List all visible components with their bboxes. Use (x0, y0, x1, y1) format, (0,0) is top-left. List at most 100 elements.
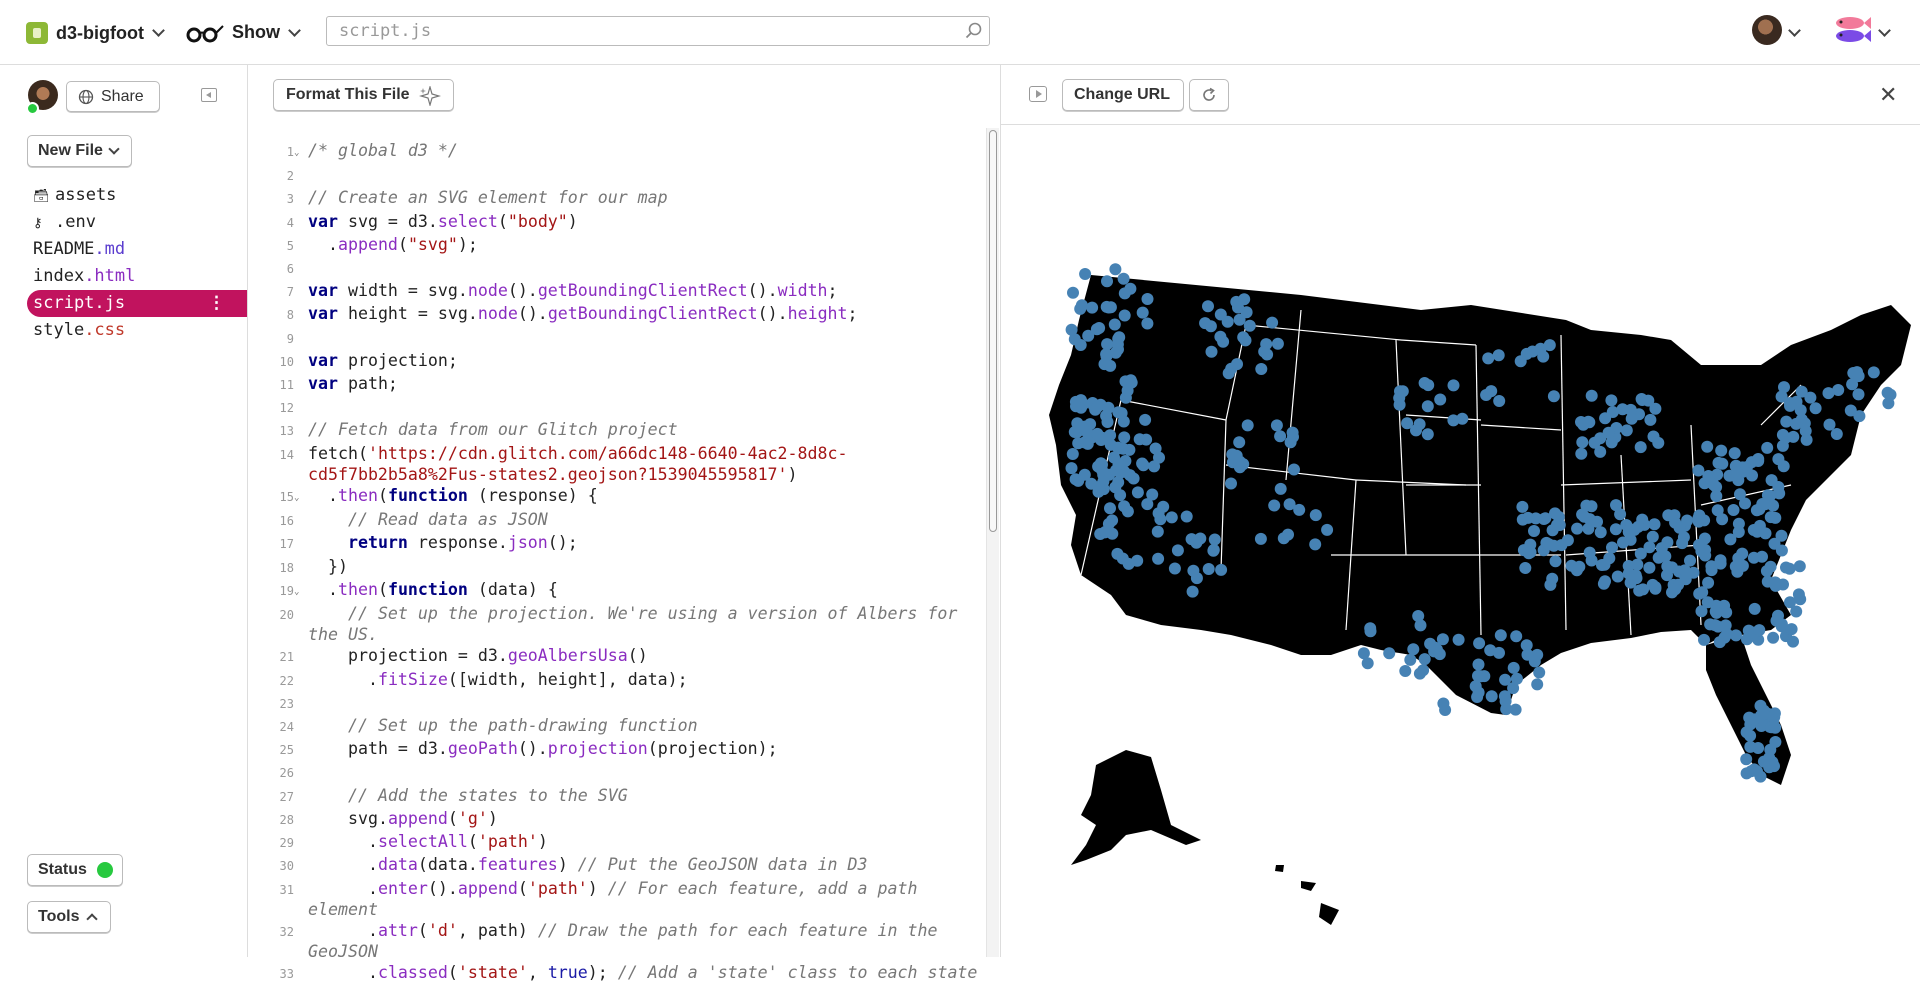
code-line[interactable]: 32 .attr('d', path) // Draw the path for… (272, 920, 987, 962)
code-line[interactable]: 21 projection = d3.geoAlbersUsa() (272, 645, 987, 668)
code-line[interactable]: 20 // Set up the projection. We're using… (272, 603, 987, 645)
show-menu[interactable]: Show (186, 22, 301, 43)
code-line[interactable]: 22 .fitSize([width, height], data); (272, 669, 987, 692)
code-text: .append("svg"); (308, 234, 478, 254)
share-button[interactable]: Share (66, 81, 160, 112)
code-line[interactable]: 19 ⌄ .then(function (data) { (272, 579, 987, 603)
code-line[interactable]: 15 ⌄ .then(function (response) { (272, 485, 987, 509)
fold-arrow-icon[interactable]: ⌄ (294, 579, 308, 603)
play-icon[interactable] (1029, 86, 1047, 102)
code-line[interactable]: 16 // Read data as JSON (272, 509, 987, 532)
sighting-dot (1452, 633, 1465, 646)
code-line[interactable]: 11 var path; (272, 373, 987, 396)
format-file-button[interactable]: Format This File (273, 79, 454, 111)
file-item-indexhtml[interactable]: index.html (27, 263, 247, 290)
more-options-icon[interactable]: ⋮ (208, 290, 225, 317)
search-input[interactable]: script.js (326, 16, 990, 46)
line-number: 25 (279, 743, 294, 758)
tools-button[interactable]: Tools (27, 901, 111, 933)
sighting-dot (1594, 445, 1607, 458)
sighting-dot (1832, 384, 1845, 396)
code-line[interactable]: 3 // Create an SVG element for our map (272, 187, 987, 210)
search-icon[interactable] (965, 22, 983, 40)
line-number: 19 (279, 583, 294, 598)
code-line[interactable]: 25 path = d3.geoPath().projection(projec… (272, 738, 987, 761)
sighting-dot (1186, 585, 1199, 598)
fold-arrow-icon[interactable]: ⌄ (294, 140, 308, 164)
code-line[interactable]: 23 (272, 692, 987, 715)
file-list: 🗃 assets ⚷ .env README.md index.html script.js… (27, 182, 247, 344)
scrollbar-thumb[interactable] (989, 130, 997, 532)
fold-gutter (294, 878, 308, 920)
sighting-dot (1418, 653, 1431, 666)
code-editor[interactable]: 1 ⌄/* global d3 */2 3// Create an SVG ele… (272, 140, 987, 986)
editor-scrollbar[interactable] (986, 128, 999, 957)
code-line[interactable]: 1 ⌄/* global d3 */ (272, 140, 987, 164)
close-icon[interactable]: ✕ (1879, 82, 1897, 108)
code-line[interactable]: 14 fetch('https://cdn.glitch.com/a66dc148… (272, 443, 987, 485)
file-extension: .js (94, 293, 126, 313)
sighting-dot (1794, 404, 1807, 417)
sighting-dot (1141, 317, 1154, 330)
sighting-dot (1852, 388, 1865, 401)
user-avatar[interactable] (1752, 15, 1782, 45)
code-line[interactable]: 17 return response.json(); (272, 532, 987, 555)
sighting-dot (1066, 448, 1079, 460)
file-item-assets[interactable]: 🗃 assets (27, 182, 247, 209)
code-line[interactable]: 31 .enter().append('path') // For each f… (272, 878, 987, 920)
sighting-dot (1606, 541, 1618, 554)
code-line[interactable]: 9 (272, 327, 987, 350)
file-item-env[interactable]: ⚷ .env (27, 209, 247, 236)
code-line[interactable]: 27 // Add the states to the SVG (272, 785, 987, 808)
code-line[interactable]: 5 .append("svg"); (272, 234, 987, 257)
file-item-scriptjs[interactable]: script.js ⋮ (27, 290, 247, 317)
reload-button[interactable] (1189, 79, 1229, 111)
code-line[interactable]: 29 .selectAll('path') (272, 831, 987, 854)
code-text: var svg = d3.select("body") (308, 211, 578, 231)
code-line[interactable]: 30 .data(data.features) // Put the GeoJS… (272, 854, 987, 877)
sighting-dot (1101, 416, 1114, 428)
status-button[interactable]: Status (27, 854, 123, 886)
sighting-dot (1800, 433, 1813, 446)
sighting-dot (1631, 558, 1644, 571)
code-line[interactable]: 7 var width = svg.node().getBoundingClien… (272, 280, 987, 303)
sighting-dot (1109, 263, 1122, 276)
project-menu[interactable]: d3-bigfoot (26, 22, 165, 44)
sighting-dot (1404, 653, 1417, 666)
fish-logo-icon[interactable] (1830, 14, 1872, 46)
code-line[interactable]: 33 .classed('state', true); // Add a 'st… (272, 962, 987, 985)
fold-gutter (294, 669, 308, 692)
sighting-dot (1676, 537, 1689, 550)
chevron-down-icon[interactable] (1878, 24, 1891, 37)
fold-gutter (294, 327, 308, 350)
sighting-dot (1214, 308, 1227, 321)
code-line[interactable]: 13 // Fetch data from our Glitch project (272, 419, 987, 442)
code-line[interactable]: 28 svg.append('g') (272, 808, 987, 831)
sighting-dot (1101, 275, 1113, 288)
fold-arrow-icon[interactable]: ⌄ (294, 485, 308, 509)
code-line[interactable]: 26 (272, 761, 987, 784)
chevron-down-icon[interactable] (1788, 24, 1801, 37)
change-url-button[interactable]: Change URL (1062, 79, 1184, 111)
code-line[interactable]: 6 (272, 257, 987, 280)
sighting-dot (1698, 633, 1710, 646)
line-number: 26 (279, 766, 294, 781)
sighting-dot (1215, 563, 1228, 576)
sighting-dot (1225, 477, 1237, 490)
sighting-dot (1599, 575, 1611, 588)
code-line[interactable]: 10 var projection; (272, 350, 987, 373)
code-line[interactable]: 2 (272, 164, 987, 187)
code-line[interactable]: 8 var height = svg.node().getBoundingClie… (272, 303, 987, 326)
sighting-dot (1785, 623, 1798, 636)
collapse-sidebar-icon[interactable] (201, 88, 217, 102)
file-item-stylecss[interactable]: style.css (27, 317, 247, 344)
sighting-dot (1704, 618, 1717, 631)
code-line[interactable]: 12 (272, 396, 987, 419)
code-line[interactable]: 24 // Set up the path-drawing function (272, 715, 987, 738)
new-file-button[interactable]: New File (27, 135, 132, 167)
code-line[interactable]: 18 }) (272, 556, 987, 579)
file-item-readmemd[interactable]: README.md (27, 236, 247, 263)
line-number: 28 (279, 812, 294, 827)
code-line[interactable]: 4 var svg = d3.select("body") (272, 211, 987, 234)
sighting-dot (1784, 596, 1796, 609)
